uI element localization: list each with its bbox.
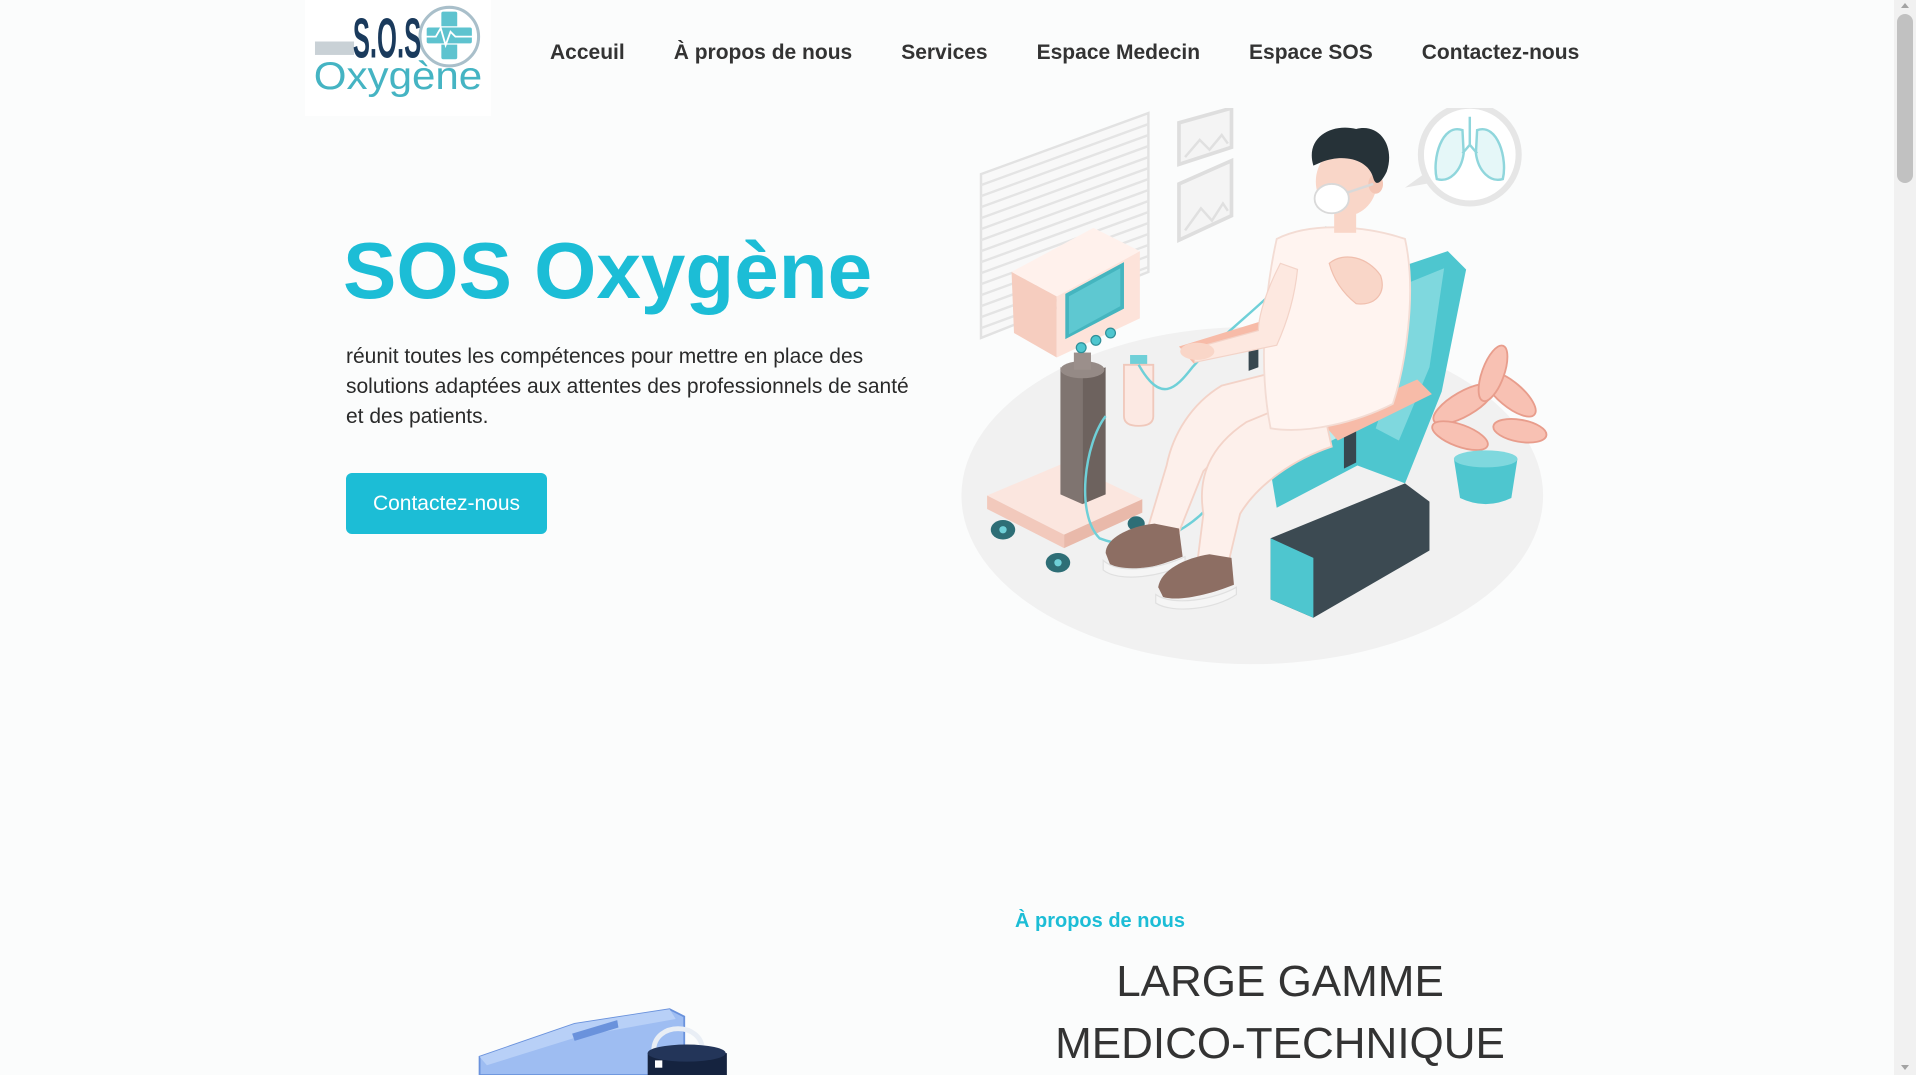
medical-device-illustration bbox=[478, 1008, 727, 1075]
logo-mark: S.O.S Oxygène bbox=[305, 0, 491, 116]
scroll-up-arrow-icon[interactable] bbox=[1901, 3, 1909, 8]
page-scrollbar[interactable] bbox=[1894, 0, 1916, 1075]
patient-oxygen-illustration bbox=[961, 108, 1548, 665]
hero-description: réunit toutes les compétences pour mettr… bbox=[346, 342, 946, 432]
nav-item-contact[interactable]: Contactez-nous bbox=[1422, 40, 1580, 66]
about-heading-line: LARGE GAMME bbox=[1116, 957, 1444, 1006]
nav-item-acceuil[interactable]: Acceuil bbox=[550, 40, 625, 66]
hero-description-line: et des patients. bbox=[346, 405, 489, 428]
main-nav: Acceuil À propos de nous Services Espace… bbox=[550, 40, 1579, 66]
scroll-down-arrow-icon[interactable] bbox=[1901, 1065, 1909, 1070]
about-illustration bbox=[477, 1008, 727, 1075]
nav-item-espace-sos[interactable]: Espace SOS bbox=[1249, 40, 1373, 66]
lungs-icon bbox=[1405, 108, 1522, 207]
hero-illustration bbox=[959, 108, 1548, 668]
nav-item-espace-medecin[interactable]: Espace Medecin bbox=[1037, 40, 1200, 66]
wall-frames bbox=[1177, 108, 1234, 244]
contact-button[interactable]: Contactez-nous bbox=[346, 473, 547, 534]
nav-item-a-propos[interactable]: À propos de nous bbox=[674, 40, 853, 66]
hero-title: SOS Oxygène bbox=[343, 226, 873, 315]
logo[interactable]: S.O.S Oxygène bbox=[305, 0, 491, 116]
logo-text-bottom: Oxygène bbox=[314, 55, 483, 98]
about-heading: LARGE GAMME MEDICO-TECHNIQUE bbox=[1015, 951, 1545, 1075]
oxygen-concentrator bbox=[987, 227, 1155, 573]
hero-description-line: solutions adaptées aux attentes des prof… bbox=[346, 375, 909, 398]
scrollbar-thumb[interactable] bbox=[1897, 14, 1913, 183]
about-heading-line: MEDICO-TECHNIQUE bbox=[1055, 1019, 1505, 1068]
about-eyebrow: À propos de nous bbox=[1015, 910, 1185, 932]
nav-item-services[interactable]: Services bbox=[901, 40, 987, 66]
hero-description-line: réunit toutes les compétences pour mettr… bbox=[346, 345, 864, 368]
